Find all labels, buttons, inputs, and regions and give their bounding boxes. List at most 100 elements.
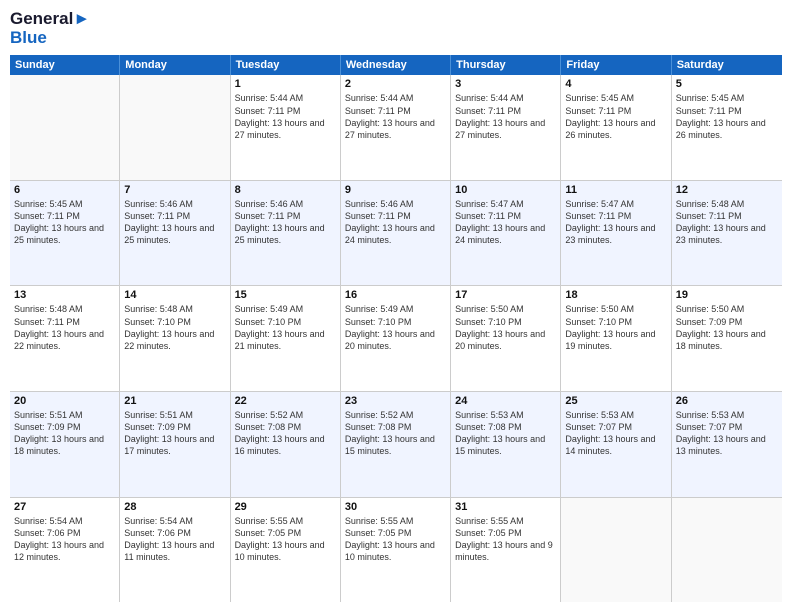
day-number: 24 xyxy=(455,395,556,407)
day-number: 13 xyxy=(14,289,115,301)
calendar-cell-3-3: 15 Sunrise: 5:49 AMSunset: 7:10 PMDayligh… xyxy=(231,286,341,391)
calendar-cell-1-3: 1 Sunrise: 5:44 AMSunset: 7:11 PMDaylight… xyxy=(231,75,341,180)
cell-details: Sunrise: 5:49 AMSunset: 7:10 PMDaylight:… xyxy=(235,303,336,352)
cell-details: Sunrise: 5:46 AMSunset: 7:11 PMDaylight:… xyxy=(345,198,446,247)
weekday-header-tuesday: Tuesday xyxy=(231,55,341,75)
calendar-body: 1 Sunrise: 5:44 AMSunset: 7:11 PMDaylight… xyxy=(10,75,782,602)
logo-blue: Blue xyxy=(10,29,90,48)
weekday-header-friday: Friday xyxy=(561,55,671,75)
cell-details: Sunrise: 5:48 AMSunset: 7:10 PMDaylight:… xyxy=(124,303,225,352)
cell-details: Sunrise: 5:53 AMSunset: 7:08 PMDaylight:… xyxy=(455,409,556,458)
weekday-header-thursday: Thursday xyxy=(451,55,561,75)
cell-details: Sunrise: 5:48 AMSunset: 7:11 PMDaylight:… xyxy=(676,198,778,247)
calendar-row-5: 27Sunrise: 5:54 AMSunset: 7:06 PMDayligh… xyxy=(10,498,782,603)
cell-details: Sunrise: 5:51 AMSunset: 7:09 PMDaylight:… xyxy=(124,409,225,458)
calendar-cell-3-7: 19 Sunrise: 5:50 AMSunset: 7:09 PMDayligh… xyxy=(672,286,782,391)
day-number: 18 xyxy=(565,289,666,301)
day-number: 28 xyxy=(124,501,225,513)
calendar-cell-2-6: 11Sunrise: 5:47 AMSunset: 7:11 PMDayligh… xyxy=(561,181,671,286)
cell-details: Sunrise: 5:51 AMSunset: 7:09 PMDaylight:… xyxy=(14,409,115,458)
day-number: 11 xyxy=(565,184,666,196)
cell-details: Sunrise: 5:50 AMSunset: 7:09 PMDaylight:… xyxy=(676,303,778,352)
cell-details: Sunrise: 5:54 AMSunset: 7:06 PMDaylight:… xyxy=(124,515,225,564)
day-number: 22 xyxy=(235,395,336,407)
calendar-cell-3-6: 18 Sunrise: 5:50 AMSunset: 7:10 PMDayligh… xyxy=(561,286,671,391)
day-number: 2 xyxy=(345,78,446,90)
calendar-cell-2-7: 12Sunrise: 5:48 AMSunset: 7:11 PMDayligh… xyxy=(672,181,782,286)
logo: General► Blue xyxy=(10,10,90,47)
day-number: 14 xyxy=(124,289,225,301)
day-number: 29 xyxy=(235,501,336,513)
calendar-cell-1-6: 4 Sunrise: 5:45 AMSunset: 7:11 PMDaylight… xyxy=(561,75,671,180)
calendar-cell-4-6: 25 Sunrise: 5:53 AMSunset: 7:07 PMDayligh… xyxy=(561,392,671,497)
cell-details: Sunrise: 5:45 AMSunset: 7:11 PMDaylight:… xyxy=(565,92,666,141)
calendar-cell-5-3: 29 Sunrise: 5:55 AMSunset: 7:05 PMDayligh… xyxy=(231,498,341,603)
day-number: 23 xyxy=(345,395,446,407)
day-number: 19 xyxy=(676,289,778,301)
cell-details: Sunrise: 5:55 AMSunset: 7:05 PMDaylight:… xyxy=(235,515,336,564)
weekday-header-wednesday: Wednesday xyxy=(341,55,451,75)
cell-details: Sunrise: 5:49 AMSunset: 7:10 PMDaylight:… xyxy=(345,303,446,352)
calendar-cell-5-6 xyxy=(561,498,671,603)
day-number: 15 xyxy=(235,289,336,301)
day-number: 8 xyxy=(235,184,336,196)
day-number: 9 xyxy=(345,184,446,196)
calendar-cell-5-1: 27Sunrise: 5:54 AMSunset: 7:06 PMDayligh… xyxy=(10,498,120,603)
calendar-cell-4-7: 26 Sunrise: 5:53 AMSunset: 7:07 PMDayligh… xyxy=(672,392,782,497)
calendar-cell-2-4: 9 Sunrise: 5:46 AMSunset: 7:11 PMDaylight… xyxy=(341,181,451,286)
cell-details: Sunrise: 5:46 AMSunset: 7:11 PMDaylight:… xyxy=(124,198,225,247)
day-number: 17 xyxy=(455,289,556,301)
day-number: 30 xyxy=(345,501,446,513)
calendar: SundayMondayTuesdayWednesdayThursdayFrid… xyxy=(10,55,782,602)
calendar-cell-4-5: 24 Sunrise: 5:53 AMSunset: 7:08 PMDayligh… xyxy=(451,392,561,497)
cell-details: Sunrise: 5:44 AMSunset: 7:11 PMDaylight:… xyxy=(235,92,336,141)
day-number: 3 xyxy=(455,78,556,90)
day-number: 7 xyxy=(124,184,225,196)
cell-details: Sunrise: 5:45 AMSunset: 7:11 PMDaylight:… xyxy=(676,92,778,141)
calendar-header: SundayMondayTuesdayWednesdayThursdayFrid… xyxy=(10,55,782,75)
day-number: 16 xyxy=(345,289,446,301)
calendar-cell-5-4: 30 Sunrise: 5:55 AMSunset: 7:05 PMDayligh… xyxy=(341,498,451,603)
day-number: 31 xyxy=(455,501,556,513)
calendar-cell-5-2: 28 Sunrise: 5:54 AMSunset: 7:06 PMDayligh… xyxy=(120,498,230,603)
calendar-cell-2-3: 8 Sunrise: 5:46 AMSunset: 7:11 PMDaylight… xyxy=(231,181,341,286)
day-number: 21 xyxy=(124,395,225,407)
calendar-cell-2-1: 6Sunrise: 5:45 AMSunset: 7:11 PMDaylight… xyxy=(10,181,120,286)
cell-details: Sunrise: 5:46 AMSunset: 7:11 PMDaylight:… xyxy=(235,198,336,247)
calendar-row-2: 6Sunrise: 5:45 AMSunset: 7:11 PMDaylight… xyxy=(10,181,782,287)
day-number: 4 xyxy=(565,78,666,90)
day-number: 20 xyxy=(14,395,115,407)
cell-details: Sunrise: 5:44 AMSunset: 7:11 PMDaylight:… xyxy=(455,92,556,141)
calendar-cell-3-1: 13Sunrise: 5:48 AMSunset: 7:11 PMDayligh… xyxy=(10,286,120,391)
calendar-cell-2-2: 7 Sunrise: 5:46 AMSunset: 7:11 PMDaylight… xyxy=(120,181,230,286)
calendar-cell-4-1: 20 Sunrise: 5:51 AMSunset: 7:09 PMDayligh… xyxy=(10,392,120,497)
calendar-row-1: 1 Sunrise: 5:44 AMSunset: 7:11 PMDaylight… xyxy=(10,75,782,181)
day-number: 25 xyxy=(565,395,666,407)
day-number: 26 xyxy=(676,395,778,407)
cell-details: Sunrise: 5:45 AMSunset: 7:11 PMDaylight:… xyxy=(14,198,115,247)
logo-text: General► xyxy=(10,10,90,29)
calendar-cell-5-7 xyxy=(672,498,782,603)
calendar-cell-3-5: 17Sunrise: 5:50 AMSunset: 7:10 PMDayligh… xyxy=(451,286,561,391)
calendar-cell-4-3: 22Sunrise: 5:52 AMSunset: 7:08 PMDayligh… xyxy=(231,392,341,497)
cell-details: Sunrise: 5:54 AMSunset: 7:06 PMDaylight:… xyxy=(14,515,115,564)
cell-details: Sunrise: 5:50 AMSunset: 7:10 PMDaylight:… xyxy=(565,303,666,352)
calendar-cell-1-2 xyxy=(120,75,230,180)
header: General► Blue xyxy=(10,10,782,47)
cell-details: Sunrise: 5:52 AMSunset: 7:08 PMDaylight:… xyxy=(345,409,446,458)
calendar-row-4: 20 Sunrise: 5:51 AMSunset: 7:09 PMDayligh… xyxy=(10,392,782,498)
day-number: 1 xyxy=(235,78,336,90)
calendar-cell-1-1 xyxy=(10,75,120,180)
calendar-cell-2-5: 10 Sunrise: 5:47 AMSunset: 7:11 PMDayligh… xyxy=(451,181,561,286)
weekday-header-saturday: Saturday xyxy=(672,55,782,75)
cell-details: Sunrise: 5:53 AMSunset: 7:07 PMDaylight:… xyxy=(565,409,666,458)
calendar-cell-3-2: 14 Sunrise: 5:48 AMSunset: 7:10 PMDayligh… xyxy=(120,286,230,391)
calendar-cell-5-5: 31Sunrise: 5:55 AMSunset: 7:05 PMDayligh… xyxy=(451,498,561,603)
day-number: 5 xyxy=(676,78,778,90)
weekday-header-sunday: Sunday xyxy=(10,55,120,75)
calendar-cell-3-4: 16 Sunrise: 5:49 AMSunset: 7:10 PMDayligh… xyxy=(341,286,451,391)
cell-details: Sunrise: 5:55 AMSunset: 7:05 PMDaylight:… xyxy=(345,515,446,564)
day-number: 10 xyxy=(455,184,556,196)
cell-details: Sunrise: 5:53 AMSunset: 7:07 PMDaylight:… xyxy=(676,409,778,458)
cell-details: Sunrise: 5:47 AMSunset: 7:11 PMDaylight:… xyxy=(455,198,556,247)
